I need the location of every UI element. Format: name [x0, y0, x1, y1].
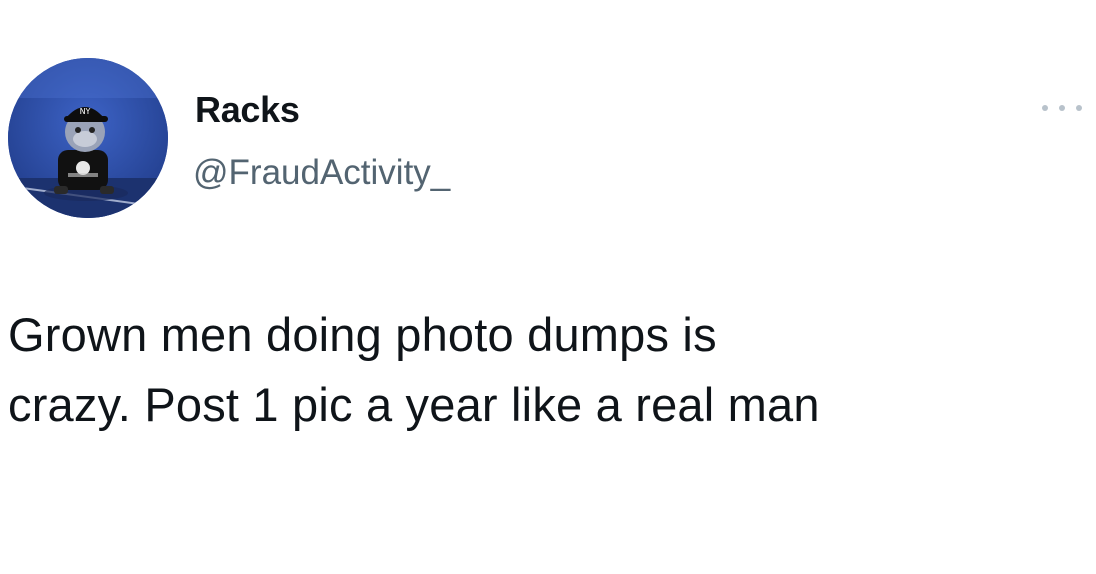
more-options-icon[interactable]: [1042, 96, 1082, 120]
svg-text:NY: NY: [80, 107, 91, 116]
tweet-text-line-2: crazy. Post 1 pic a year like a real man: [8, 378, 820, 431]
dot-3: [1076, 105, 1082, 111]
profile-avatar[interactable]: NY: [8, 58, 168, 218]
avatar-image: NY: [8, 58, 168, 218]
dot-2: [1059, 105, 1065, 111]
tweet-text-line-1: Grown men doing photo dumps is: [8, 308, 717, 361]
tweet-card: NY Racks @FraudActivity_ Grown men doing…: [0, 0, 1096, 574]
tweet-text: Grown men doing photo dumps is crazy. Po…: [8, 300, 1088, 440]
user-handle[interactable]: @FraudActivity_: [193, 151, 450, 195]
dot-1: [1042, 105, 1048, 111]
display-name[interactable]: Racks: [195, 88, 300, 132]
